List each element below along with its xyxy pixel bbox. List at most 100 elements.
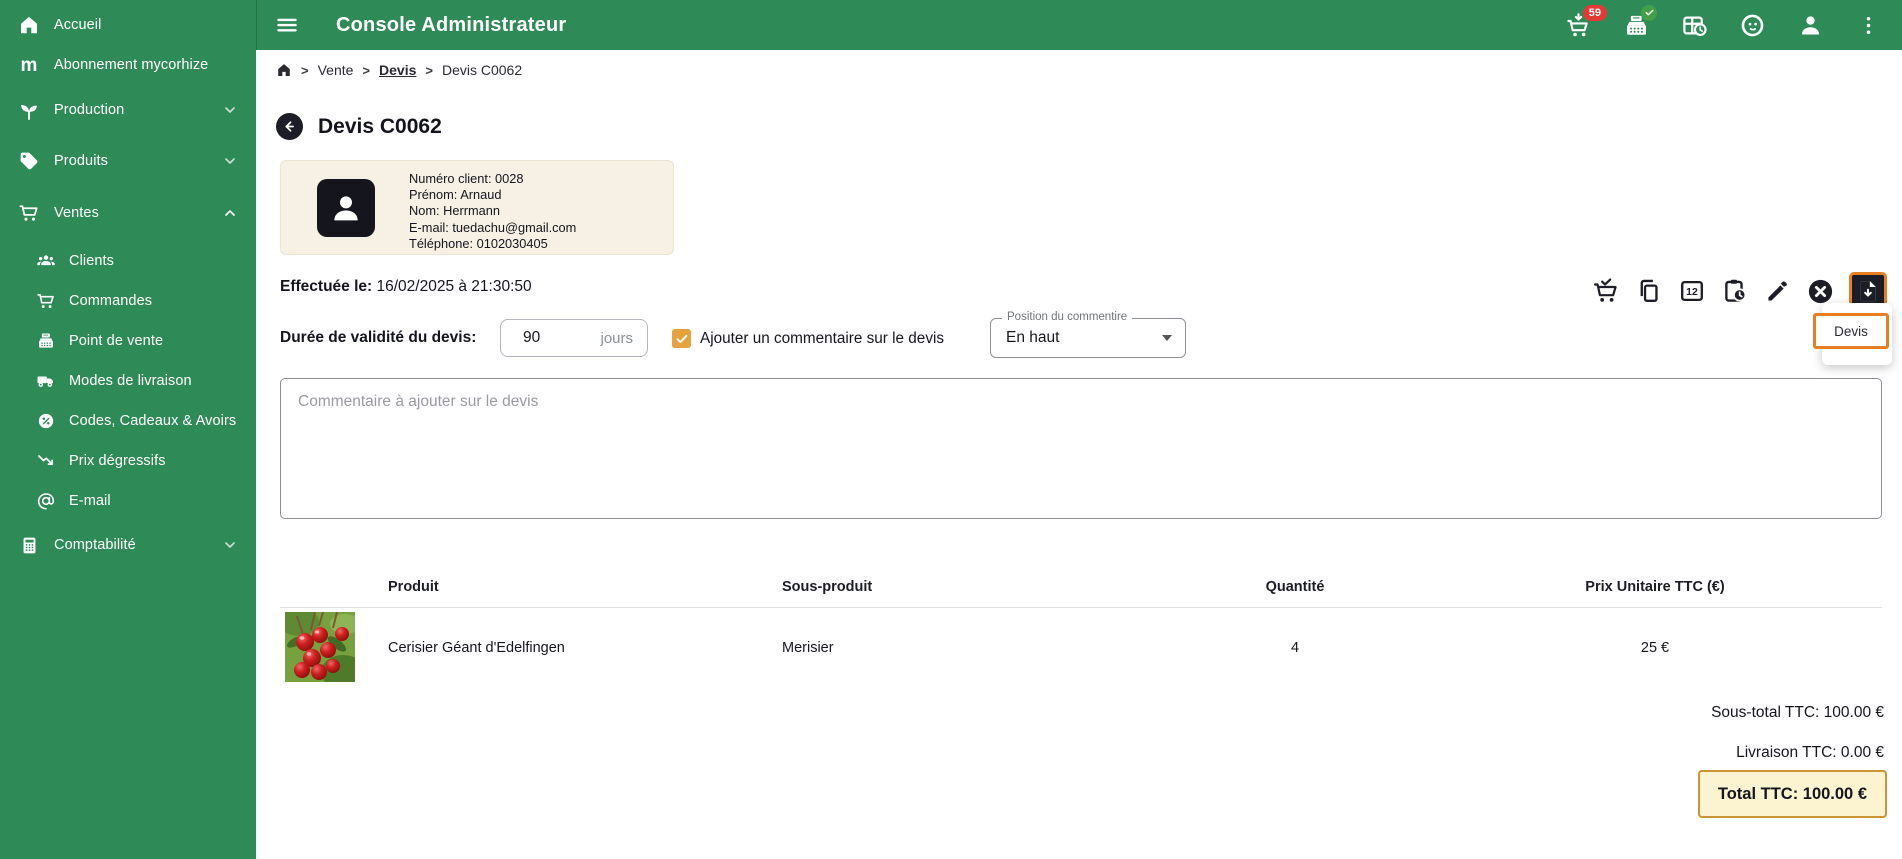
top-bar: Console Administrateur 59	[256, 0, 1902, 50]
col-header-sous-produit: Sous-produit	[782, 579, 873, 595]
table-header-divider	[280, 607, 1882, 608]
edit-button[interactable]	[1763, 277, 1792, 306]
comment-position-value: En haut	[1006, 329, 1060, 346]
col-header-prix: Prix Unitaire TTC (€)	[1585, 579, 1725, 595]
sidebar-item-label: Accueil	[54, 17, 102, 33]
breadcrumb-separator: >	[425, 62, 433, 78]
sidebar-item-comptabilite[interactable]: Comptabilité	[0, 531, 256, 559]
customer-lastname: Nom: Herrmann	[409, 203, 501, 219]
validity-unit: jours	[600, 329, 633, 347]
convert-to-order-button[interactable]	[1591, 277, 1620, 306]
customer-firstname: Prénom: Arnaud	[409, 187, 502, 203]
sidebar-item-point-de-vente[interactable]: Point de vente	[0, 327, 256, 355]
col-header-produit: Produit	[388, 579, 439, 595]
sidebar-item-accueil[interactable]: Accueil	[0, 11, 256, 39]
cell-quantity: 4	[1290, 640, 1300, 656]
shipping-line: Livraison TTC: 0.00 €	[1736, 744, 1884, 761]
menu-icon[interactable]	[274, 12, 300, 38]
product-thumbnail	[285, 612, 355, 682]
sidebar-item-label: Prix dégressifs	[69, 453, 166, 469]
tag-icon	[17, 149, 41, 173]
svg-text:12: 12	[1686, 286, 1698, 298]
comment-position-select[interactable]: Position du commentire En haut	[990, 311, 1186, 358]
customer-number: Numéro client: 0028	[409, 171, 524, 186]
trending-down-icon	[35, 451, 56, 472]
more-vertical-icon[interactable]	[1855, 12, 1882, 39]
customer-avatar-icon	[317, 179, 375, 237]
comment-checkbox[interactable]	[672, 329, 691, 348]
created-date-value: 16/02/2025 à 21:30:50	[376, 278, 532, 295]
caret-down-icon	[1162, 335, 1172, 341]
sidebar-item-label: Ventes	[54, 205, 99, 221]
download-menu-item-devis[interactable]: Devis	[1813, 313, 1889, 349]
register-status-button[interactable]	[1623, 4, 1657, 39]
customer-phone: Téléphone: 0102030405	[409, 235, 548, 251]
sidebar-item-label: Production	[54, 102, 125, 118]
chevron-up-icon	[222, 205, 238, 221]
sidebar-item-production[interactable]: Production	[0, 96, 256, 124]
sidebar-item-label: Abonnement mycorhize	[54, 57, 209, 73]
cell-product: Cerisier Géant d'Edelfingen	[388, 640, 565, 656]
cancel-quote-button[interactable]	[1806, 277, 1835, 306]
seedling-icon	[17, 98, 41, 122]
cart-notifications-button[interactable]: 59	[1565, 4, 1607, 39]
support-face-button[interactable]	[1739, 12, 1766, 39]
chevron-down-icon	[222, 537, 238, 553]
subtotal-line: Sous-total TTC: 100.00 €	[1711, 704, 1884, 721]
sidebar-item-modes-livraison[interactable]: Modes de livraison	[0, 367, 256, 395]
breadcrumb-home-icon[interactable]	[276, 62, 292, 78]
breadcrumb-devis[interactable]: Devis	[379, 62, 416, 78]
sidebar-item-ventes[interactable]: Ventes	[0, 199, 256, 227]
history-button[interactable]	[1720, 277, 1749, 306]
app-title: Console Administrateur	[336, 13, 567, 36]
total-box: Total TTC: 100.00 €	[1697, 770, 1887, 818]
sidebar-item-codes-cadeaux[interactable]: Codes, Cadeaux & Avoirs	[0, 407, 256, 435]
change-date-button[interactable]: 12	[1677, 277, 1706, 306]
customer-details: Numéro client: 0028 Prénom: Arnaud Nom: …	[409, 171, 576, 252]
chevron-down-icon	[222, 153, 238, 169]
sidebar-item-label: Comptabilité	[54, 537, 136, 553]
pending-orders-button[interactable]	[1681, 12, 1708, 39]
validity-label: Durée de validité du devis:	[280, 329, 477, 346]
breadcrumb-vente[interactable]: Vente	[318, 62, 354, 78]
main-content: > Vente > Devis > Devis C0062 Devis C006…	[256, 50, 1902, 859]
sidebar: Accueil m Abonnement mycorhize Productio…	[0, 0, 256, 859]
calculator-icon	[17, 533, 41, 557]
topbar-actions: 59	[1565, 0, 1882, 50]
account-button[interactable]	[1797, 12, 1824, 39]
sidebar-item-produits[interactable]: Produits	[0, 147, 256, 175]
sidebar-item-prix-degressifs[interactable]: Prix dégressifs	[0, 447, 256, 475]
breadcrumb: > Vente > Devis > Devis C0062	[276, 62, 522, 78]
validity-input[interactable]: 90 jours	[500, 319, 648, 357]
chevron-down-icon	[222, 102, 238, 118]
sidebar-item-clients[interactable]: Clients	[0, 247, 256, 275]
col-header-quantite: Quantité	[1265, 579, 1325, 595]
page-title: Devis C0062	[318, 114, 442, 138]
back-button[interactable]	[276, 113, 303, 140]
mycorhize-logo-icon: m	[20, 54, 38, 76]
sidebar-item-commandes[interactable]: Commandes	[0, 287, 256, 315]
created-date-label: Effectuée le:	[280, 278, 373, 295]
duplicate-button[interactable]	[1634, 277, 1663, 306]
sidebar-item-label: Codes, Cadeaux & Avoirs	[69, 413, 237, 429]
cart-icon	[17, 201, 41, 225]
breadcrumb-separator: >	[301, 62, 309, 78]
customer-card: Numéro client: 0028 Prénom: Arnaud Nom: …	[280, 160, 674, 255]
cell-sub-product: Merisier	[782, 640, 834, 656]
cell-unit-price: 25 €	[1640, 640, 1670, 656]
validity-value: 90	[523, 329, 541, 346]
sidebar-item-label: Clients	[69, 253, 115, 269]
sidebar-item-label: E-mail	[69, 493, 111, 509]
sidebar-item-abonnement[interactable]: m Abonnement mycorhize	[0, 51, 256, 79]
comment-textarea[interactable]	[280, 378, 1882, 519]
sidebar-item-label: Commandes	[69, 293, 153, 309]
comment-checkbox-label[interactable]: Ajouter un commentaire sur le devis	[700, 330, 944, 348]
sidebar-item-label: Produits	[54, 153, 108, 169]
breadcrumb-separator: >	[362, 62, 371, 78]
created-date-line: Effectuée le: 16/02/2025 à 21:30:50	[280, 278, 532, 296]
discount-badge-icon	[35, 411, 56, 432]
page-header: Devis C0062	[276, 113, 442, 140]
sidebar-item-email[interactable]: E-mail	[0, 487, 256, 515]
truck-icon	[35, 371, 56, 392]
sidebar-item-label: Point de vente	[69, 333, 164, 349]
